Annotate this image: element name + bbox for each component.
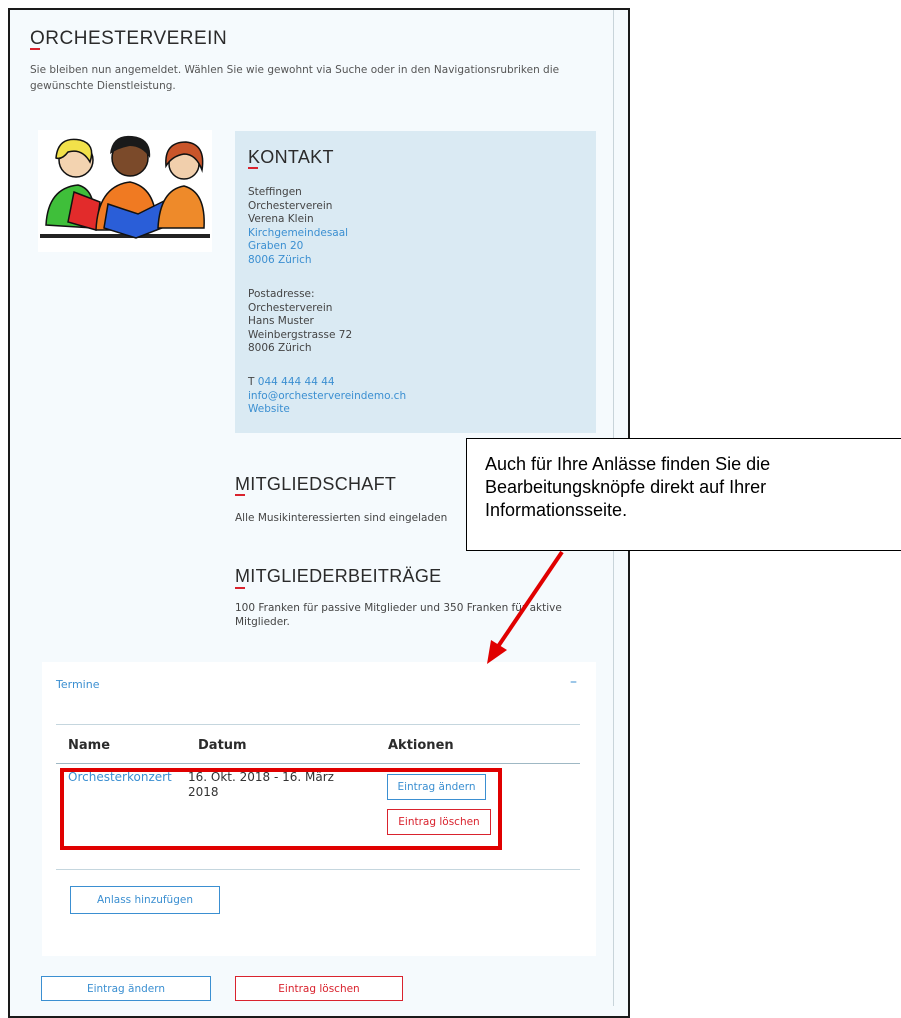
postal-address: Postadresse: Orchesterverein Hans Muster… — [248, 288, 352, 356]
callout-text: Auch für Ihre Anlässe finden Sie die Bea… — [485, 454, 771, 520]
address-link[interactable]: Kirchgemeindesaal — [248, 227, 348, 241]
fees-title: MITGLIEDERBEITRÄGE — [235, 566, 442, 586]
contact-lines: Steffingen Orchesterverein Verena Klein … — [248, 186, 348, 267]
contact-line: Steffingen — [248, 186, 302, 198]
fees-title-underline — [235, 587, 245, 589]
highlight-box — [60, 768, 502, 850]
email-link[interactable]: info@orchestervereindemo.ch — [248, 390, 406, 404]
phone-link[interactable]: 044 444 44 44 — [258, 376, 335, 388]
contact-title: KONTAKT — [248, 147, 334, 167]
website-link[interactable]: Website — [248, 403, 406, 417]
fees-text: 100 Franken für passive Mitglieder und 3… — [235, 602, 562, 628]
membership-title: MITGLIEDSCHAFT — [235, 474, 397, 494]
address-link[interactable]: 8006 Zürich — [248, 254, 348, 268]
phone-prefix: T — [248, 376, 255, 388]
title-underline — [30, 48, 40, 50]
entry-delete-button[interactable]: Eintrag löschen — [235, 976, 403, 1001]
termine-label[interactable]: Termine — [56, 678, 99, 691]
children-reading-icon — [38, 130, 212, 252]
postal-line: Orchesterverein — [248, 301, 333, 314]
postal-line: Hans Muster — [248, 315, 314, 327]
column-header-date: Datum — [198, 738, 247, 753]
contact-title-underline — [248, 167, 258, 169]
contact-line: Orchesterverein — [248, 199, 333, 212]
page-title: ORCHESTERVEREIN — [30, 28, 228, 49]
contact-line: Verena Klein — [248, 213, 314, 225]
membership-title-underline — [235, 494, 245, 496]
children-reading-image — [38, 130, 212, 252]
phone-line: T 044 444 44 44 — [248, 376, 406, 390]
entry-edit-button[interactable]: Eintrag ändern — [41, 976, 211, 1001]
column-header-name: Name — [68, 738, 111, 753]
table-header-divider — [56, 763, 580, 764]
table-divider-top — [56, 724, 580, 725]
membership-text: Alle Musikinteressierten sind eingeladen — [235, 512, 448, 524]
postal-line: Weinbergstrasse 72 — [248, 328, 353, 341]
postal-line: Postadresse: — [248, 288, 315, 300]
table-divider-bottom — [56, 869, 580, 870]
minus-icon[interactable]: – — [570, 674, 577, 690]
contact-channels: T 044 444 44 44 info@orchestervereindemo… — [248, 376, 406, 417]
intro-text: Sie bleiben nun angemeldet. Wählen Sie w… — [30, 64, 560, 92]
address-link[interactable]: Graben 20 — [248, 240, 348, 254]
callout-box: Auch für Ihre Anlässe finden Sie die Bea… — [466, 438, 901, 551]
column-header-actions: Aktionen — [388, 738, 454, 753]
add-event-button[interactable]: Anlass hinzufügen — [70, 886, 220, 914]
postal-line: 8006 Zürich — [248, 342, 312, 354]
